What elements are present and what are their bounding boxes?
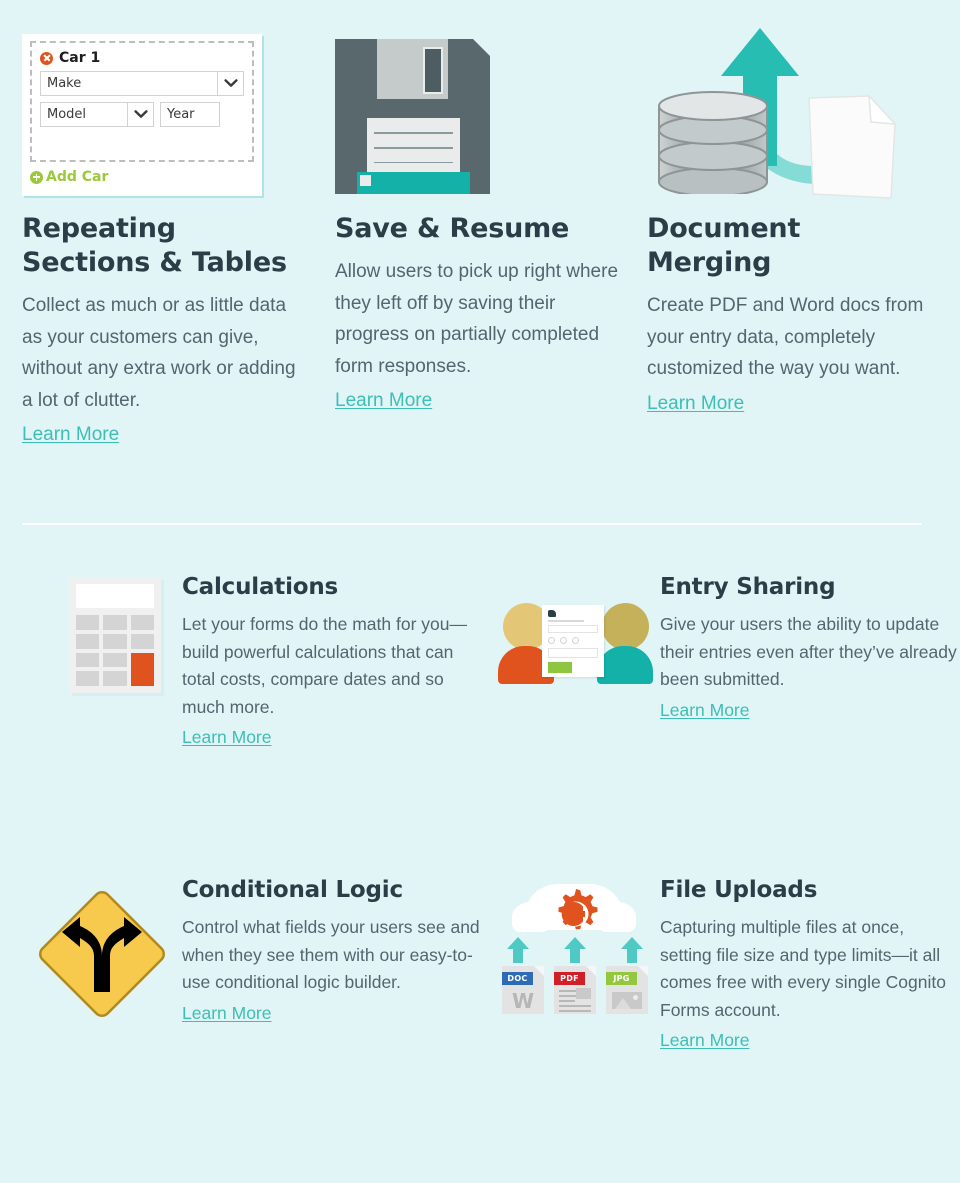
learn-more-link[interactable]: Learn More (647, 387, 744, 420)
feature-card-calculations: Calculations Let your forms do the math … (0, 573, 490, 751)
gear-c-icon (550, 888, 602, 945)
file-badge-doc: DOC (502, 972, 533, 985)
model-dropdown[interactable]: Model (40, 102, 154, 127)
feature-card-repeating-sections-tables: Car 1 Make Model Year Add Car Repeating … (0, 0, 335, 451)
feature-description: Give your users the ability to update th… (660, 614, 957, 689)
feature-card-save-resume: Save & Resume Allow users to pick up rig… (335, 0, 647, 451)
feature-description: Collect as much or as little data as you… (22, 295, 296, 411)
database-document-merge-icon (647, 0, 933, 200)
add-car-button[interactable]: Add Car (30, 169, 254, 185)
make-dropdown-value: Make (47, 76, 82, 91)
feature-card-document-merging: Document Merging Create PDF and Word doc… (647, 0, 960, 451)
calculator-icon (48, 573, 182, 693)
learn-more-link[interactable]: Learn More (182, 723, 272, 751)
features-page: Car 1 Make Model Year Add Car Repeating … (0, 0, 960, 1054)
feature-title-line1: Document (647, 213, 801, 244)
feature-description: Create PDF and Word docs from your entry… (647, 295, 924, 379)
remove-circle-icon[interactable] (40, 51, 53, 65)
file-card-doc: DOC W (502, 966, 544, 1014)
year-input[interactable]: Year (160, 102, 220, 127)
feature-title-line2: Merging (647, 247, 772, 278)
file-card-pdf: PDF (554, 966, 596, 1014)
entry-sharing-people-icon (490, 573, 660, 685)
feature-title-line2: Sections & Tables (22, 247, 287, 278)
upload-arrow-icon (507, 937, 529, 963)
repeat-section-label: Car 1 (59, 50, 101, 66)
learn-more-link[interactable]: Learn More (22, 418, 119, 451)
file-card-jpg: JPG (606, 966, 648, 1014)
feature-title: Entry Sharing (660, 574, 836, 600)
features-middle-row: Calculations Let your forms do the math … (0, 573, 960, 751)
feature-title: Repeating Sections & Tables (22, 212, 308, 280)
feature-description: Control what fields your users see and w… (182, 917, 480, 992)
add-car-label: Add Car (46, 169, 109, 185)
learn-more-link[interactable]: Learn More (660, 1026, 750, 1054)
learn-more-link[interactable]: Learn More (660, 696, 750, 724)
file-badge-pdf: PDF (554, 972, 585, 985)
fork-road-sign-icon (22, 876, 182, 1024)
repeating-section-form-icon: Car 1 Make Model Year Add Car (22, 0, 308, 200)
chevron-down-icon (217, 72, 243, 95)
feature-card-conditional-logic: Conditional Logic Control what fields yo… (0, 876, 490, 1054)
floppy-disk-icon (335, 0, 620, 200)
file-glyph-word: W (511, 989, 535, 1013)
feature-card-entry-sharing: Entry Sharing Give your users the abilit… (490, 573, 960, 751)
repeat-section-header: Car 1 (40, 50, 244, 66)
year-input-value: Year (167, 107, 195, 122)
feature-title: Save & Resume (335, 213, 570, 244)
feature-description: Capturing multiple files at once, settin… (660, 917, 946, 1020)
person-avatar-right (596, 603, 653, 684)
feature-title-line1: Repeating (22, 213, 176, 244)
feature-title: Document Merging (647, 212, 933, 280)
feature-description: Allow users to pick up right where they … (335, 261, 619, 377)
learn-more-link[interactable]: Learn More (335, 384, 432, 417)
feature-title: File Uploads (660, 877, 818, 903)
make-dropdown[interactable]: Make (40, 71, 244, 96)
model-dropdown-value: Model (47, 107, 87, 122)
plus-circle-icon (30, 170, 43, 184)
features-bottom-row: Conditional Logic Control what fields yo… (0, 876, 960, 1054)
feature-title: Calculations (182, 574, 339, 600)
feature-card-file-uploads: DOC W PDF JPG File Uploads Capturing mul… (490, 876, 960, 1054)
chevron-down-icon (127, 103, 153, 126)
features-top-row: Car 1 Make Model Year Add Car Repeating … (0, 0, 960, 451)
shared-form-card (541, 605, 604, 677)
feature-title: Conditional Logic (182, 877, 403, 903)
file-badge-jpg: JPG (606, 972, 637, 985)
upload-arrow-icon (621, 937, 643, 963)
learn-more-link[interactable]: Learn More (182, 999, 272, 1027)
cloud-file-upload-icon: DOC W PDF JPG (490, 876, 660, 1014)
feature-description: Let your forms do the math for you—build… (182, 614, 467, 717)
